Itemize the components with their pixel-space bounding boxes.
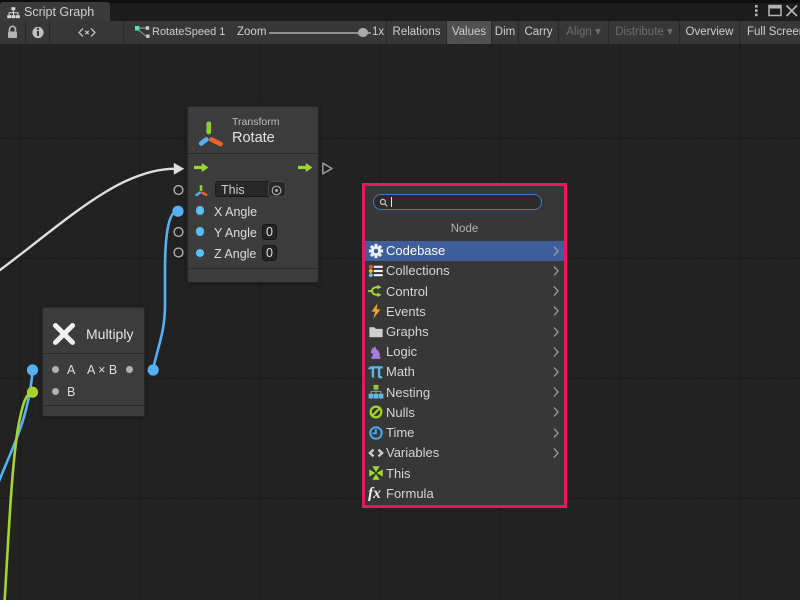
svg-text:fx: fx	[368, 485, 381, 501]
